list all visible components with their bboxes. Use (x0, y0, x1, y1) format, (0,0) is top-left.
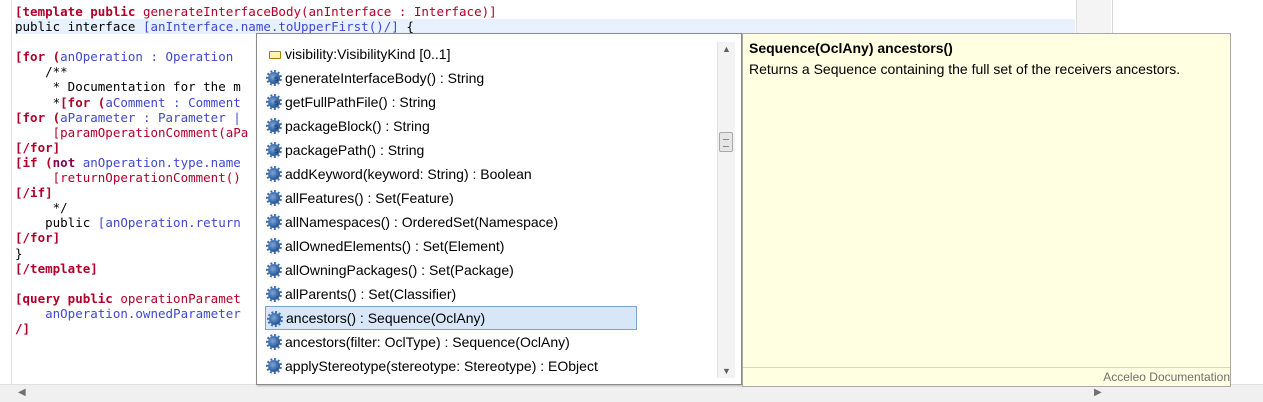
completion-item[interactable]: applyStereotype(stereotype: Stereotype) … (265, 354, 713, 378)
code-token: public (15, 215, 98, 231)
completion-item[interactable]: allParents() : Set(Classifier) (265, 282, 713, 306)
completion-item-label: allOwningPackages() : Set(Package) (285, 262, 514, 278)
documentation-popup: Sequence(OclAny) ancestors() Returns a S… (742, 33, 1231, 387)
completion-item[interactable]: ancestors(filter: OclType) : Sequence(Oc… (265, 330, 713, 354)
operation-icon (266, 214, 282, 230)
completion-item-label: allNamespaces() : OrderedSet(Namespace) (285, 214, 559, 230)
code-token: operationParamet (120, 290, 241, 306)
completion-item[interactable]: addKeyword(keyword: String) : Boolean (265, 162, 713, 186)
doc-description: Returns a Sequence containing the full s… (749, 61, 1181, 77)
completion-item-label: generateInterfaceBody() : String (285, 70, 485, 86)
completion-item-label: applyStereotype(stereotype: Stereotype) … (285, 358, 598, 374)
template-operation-icon (266, 94, 282, 110)
code-token: [for ( (60, 94, 106, 110)
operation-icon (266, 334, 282, 350)
code-token: */ (15, 200, 68, 216)
code-token: template public (22, 4, 143, 19)
completion-item-label: packageBlock() : String (285, 118, 430, 134)
code-token: * (15, 94, 61, 110)
completion-item-label: ancestors(filter: OclType) : Sequence(Oc… (285, 334, 570, 350)
completion-item[interactable]: getFullPathFile() : String (265, 90, 713, 114)
scroll-down-icon[interactable]: ▼ (722, 366, 731, 376)
code-token: [for ( (15, 49, 61, 65)
code-line[interactable]: public interface [anInterface.name.toUpp… (15, 19, 1075, 35)
operation-icon (267, 311, 283, 327)
scrollbar-thumb[interactable] (719, 132, 733, 152)
completion-item-label: visibility:VisibilityKind [0..1] (285, 46, 451, 62)
code-token: not (52, 154, 83, 170)
editor-gutter (0, 0, 12, 384)
operation-icon (266, 262, 282, 278)
doc-title: Sequence(OclAny) ancestors() (749, 40, 953, 56)
scroll-right-icon[interactable]: ▶ (1094, 387, 1102, 398)
code-token: /** (15, 64, 68, 80)
code-token: * Documentation for the m (15, 79, 241, 95)
completion-item-label: addKeyword(keyword: String) : Boolean (285, 166, 532, 182)
completion-item[interactable]: allNamespaces() : OrderedSet(Namespace) (265, 210, 713, 234)
doc-footer: Acceleo Documentation (743, 367, 1230, 386)
code-token: [anOperation.return (97, 215, 241, 231)
completion-item[interactable]: allOwningPackages() : Set(Package) (265, 258, 713, 282)
operation-icon (266, 238, 282, 254)
completion-item-label: allFeatures() : Set(Feature) (285, 190, 454, 206)
operation-icon (266, 286, 282, 302)
code-token: public interface (15, 19, 143, 35)
completion-item[interactable]: packageBlock() : String (265, 114, 713, 138)
completion-item-label: getFullPathFile() : String (285, 94, 436, 110)
code-token: { (398, 19, 414, 35)
operation-icon (266, 358, 282, 374)
code-token: aComment : Comment (105, 94, 241, 110)
completion-item[interactable]: packagePath() : String (265, 138, 713, 162)
code-token: [anInterface.name.toUpperFirst()/] (142, 19, 399, 35)
content-assist-popup: visibility:VisibilityKind [0..1] generate… (256, 33, 742, 385)
code-token: returnOperationComment() (60, 170, 241, 186)
completion-item[interactable]: generateInterfaceBody() : String (265, 66, 713, 90)
code-token: [ (15, 4, 23, 19)
code-token: anOperation.type.name (82, 154, 241, 170)
code-token: /] (15, 320, 31, 336)
scroll-up-icon[interactable]: ▲ (722, 44, 731, 54)
code-token: anOperation : Operation (60, 49, 234, 65)
code-token: [/for] (15, 230, 61, 246)
template-operation-icon (266, 70, 282, 86)
operation-icon (266, 190, 282, 206)
completion-list[interactable]: visibility:VisibilityKind [0..1] generate… (265, 42, 713, 378)
code-token: [/template] (15, 260, 98, 276)
completion-list-scrollbar[interactable]: ▲ ▼ (717, 42, 735, 378)
completion-item[interactable]: ancestors() : Sequence(OclAny) (265, 306, 637, 330)
code-token: [/for] (15, 139, 61, 155)
completion-item-label: allParents() : Set(Classifier) (285, 286, 457, 302)
code-token: } (15, 245, 23, 261)
code-token: [/if] (15, 185, 53, 201)
code-token: anOperation.ownedParameter (15, 305, 241, 321)
code-token: aParameter : Parameter | (60, 109, 241, 125)
code-token: [if ( (15, 154, 53, 170)
code-token: [ (15, 124, 61, 140)
code-token: [query public (15, 290, 121, 306)
scroll-left-icon[interactable]: ◀ (18, 387, 26, 398)
completion-item-label: ancestors() : Sequence(OclAny) (286, 310, 486, 326)
template-operation-icon (266, 118, 282, 134)
completion-item-label: packagePath() : String (285, 142, 425, 158)
completion-item-label: allOwnedElements() : Set(Element) (285, 238, 505, 254)
doc-source-label: Acceleo Documentation (1103, 370, 1230, 384)
code-line[interactable]: [template public generateInterfaceBody(a… (15, 4, 1075, 19)
code-token: [ (15, 170, 61, 186)
operation-icon (266, 166, 282, 182)
code-token: paramOperationComment(aPa (60, 124, 249, 140)
completion-item[interactable]: visibility:VisibilityKind [0..1] (265, 42, 713, 66)
field-icon (269, 51, 281, 59)
code-token: generateInterfaceBody(anInterface : Inte… (142, 4, 497, 19)
code-token: [for ( (15, 109, 61, 125)
template-operation-icon (266, 142, 282, 158)
completion-item[interactable]: allFeatures() : Set(Feature) (265, 186, 713, 210)
completion-item[interactable]: allOwnedElements() : Set(Element) (265, 234, 713, 258)
